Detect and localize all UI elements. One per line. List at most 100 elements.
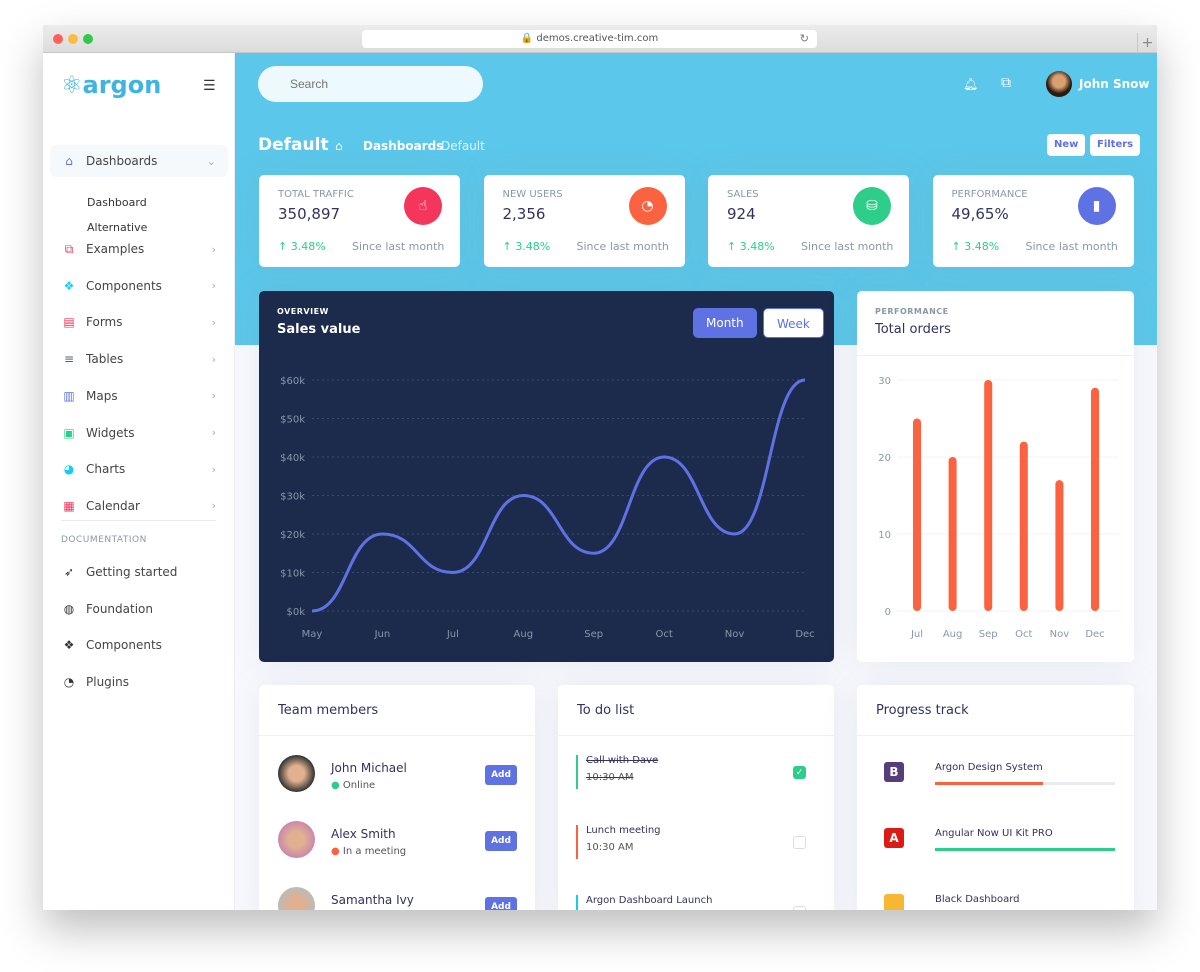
team-card: Team members John Michael ● Online Add A… [259, 685, 535, 910]
x-tick-label: Dec [795, 629, 814, 640]
x-tick-label: Sep [979, 629, 998, 640]
sidebar-item-charts[interactable]: ◕ Charts › [50, 453, 228, 485]
close-window-button[interactable] [53, 34, 63, 44]
sketch-icon [884, 894, 904, 910]
x-tick-label: Jul [910, 629, 923, 640]
minimize-window-button[interactable] [68, 34, 78, 44]
stat-icon: ▮ [1077, 187, 1116, 225]
doc-item[interactable]: ❖ Components [50, 629, 228, 661]
bar [1091, 387, 1099, 611]
chevron-down-icon: ⌄ [206, 154, 216, 168]
ui-icon: ❖ [63, 278, 75, 293]
grid-icon[interactable]: ⧉ [1001, 75, 1011, 91]
x-tick-label: Sep [584, 629, 603, 640]
filters-button[interactable]: Filters [1090, 134, 1141, 156]
stat-value: 2,356 [502, 205, 546, 223]
breadcrumb-dashboards[interactable]: Dashboards [363, 139, 443, 153]
doc-item-label: Plugins [86, 675, 129, 690]
bootstrap-icon: B [884, 762, 904, 782]
y-tick-label: 30 [878, 376, 891, 387]
ui-icon: ❖ [63, 638, 75, 653]
stat-change-value: 3.48% [290, 240, 326, 253]
chevron-right-icon: › [211, 462, 216, 476]
align-left-icon: ≡ [63, 352, 75, 367]
status-dot-icon: ● [331, 846, 340, 857]
sidebar-toggle-icon[interactable]: ☰ [203, 78, 216, 94]
y-tick-label: $20k [280, 530, 305, 541]
y-tick-label: $50k [280, 415, 305, 426]
todo-checkbox[interactable]: ✓ [793, 766, 806, 779]
add-member-button[interactable]: Add [485, 831, 517, 851]
progress-bar [935, 848, 1115, 851]
member-status: ● In a meeting [331, 846, 406, 857]
status-dot-icon: ● [331, 780, 340, 791]
logo-text: argon [82, 71, 162, 99]
new-button[interactable]: New [1047, 134, 1086, 156]
avatar[interactable] [278, 887, 315, 910]
progress-fill [935, 782, 1043, 785]
add-member-button[interactable]: Add [485, 897, 517, 910]
logo[interactable]: ⚛argon [61, 71, 161, 99]
search-input[interactable] [258, 66, 483, 102]
sidebar-subitem-dashboard[interactable]: Dashboard [87, 196, 147, 209]
palette-icon: ◍ [63, 601, 75, 616]
sidebar-item-calendar[interactable]: ▦ Calendar › [50, 490, 228, 522]
sales-line-chart: $0k $10k $20k $30k $40k $50k $60k May Jun Jul Aug S… [280, 376, 815, 640]
card-title: Team members [278, 703, 379, 718]
sidebar-item-label: Components [86, 278, 162, 293]
sidebar-item-forms[interactable]: ▤ Forms › [50, 306, 228, 338]
y-tick-label: $10k [280, 569, 305, 580]
todo-checkbox[interactable] [793, 906, 806, 910]
spaceship-icon: ➶ [63, 565, 75, 579]
sidebar-item-label: Tables [86, 352, 124, 367]
project-name[interactable]: Black Dashboard [935, 894, 1115, 905]
member-name[interactable]: Samantha Ivy [331, 893, 414, 907]
sidebar-item-maps[interactable]: ▥ Maps › [50, 380, 228, 412]
x-tick-label: Oct [1015, 629, 1032, 640]
todo-title: Lunch meeting [586, 825, 661, 836]
x-tick-label: Nov [1050, 629, 1070, 640]
new-tab-button[interactable]: + [1137, 33, 1157, 53]
user-name[interactable]: John Snow [1079, 77, 1150, 91]
bar [913, 418, 921, 611]
map-icon: ▥ [63, 388, 75, 403]
avatar[interactable] [1046, 71, 1072, 97]
x-tick-label: Oct [655, 629, 672, 640]
sidebar-item-label: Examples [86, 242, 145, 256]
home-icon[interactable]: ⌂ [335, 139, 343, 153]
todo-checkbox[interactable] [793, 836, 806, 849]
sidebar-item-components[interactable]: ❖ Components › [50, 270, 228, 302]
single-copy-icon: ▤ [63, 315, 75, 330]
documentation-heading: DOCUMENTATION [61, 535, 147, 545]
doc-item[interactable]: ◍ Foundation [50, 593, 228, 625]
doc-item-label: Foundation [86, 601, 153, 616]
reload-icon[interactable]: ↻ [800, 30, 809, 48]
doc-item-label: Components [86, 638, 162, 653]
todo-item: Call with Dave 10:30 AM [576, 755, 658, 789]
member-name[interactable]: John Michael [331, 761, 407, 775]
avatar[interactable] [278, 821, 315, 858]
doc-item[interactable]: ◔ Plugins [50, 666, 228, 698]
bell-icon[interactable]: 🔔︎ [963, 77, 978, 91]
todo-card: To do list Call with Dave 10:30 AM ✓ Lunch… [558, 685, 834, 910]
maximize-window-button[interactable] [83, 34, 93, 44]
project-name[interactable]: Angular Now UI Kit PRO [935, 828, 1115, 839]
sidebar-item-widgets[interactable]: ▣ Widgets › [50, 417, 228, 449]
doc-item[interactable]: ➶ Getting started [50, 556, 228, 588]
project-name[interactable]: Argon Design System [935, 762, 1115, 773]
avatar[interactable] [278, 755, 315, 792]
sidebar-item-dashboards[interactable]: ⌂ Dashboards ⌄ [50, 145, 228, 177]
address-bar[interactable]: 🔒 demos.creative-tim.com ↻ [362, 30, 817, 48]
sidebar-item-examples[interactable]: ⧉ Examples › [50, 233, 228, 265]
add-member-button[interactable]: Add [485, 765, 517, 785]
sidebar-item-tables[interactable]: ≡ Tables › [50, 343, 228, 375]
ungroup-icon: ⧉ [64, 241, 74, 256]
sidebar-item-label: Maps [86, 388, 118, 403]
browser-chrome: 🔒 demos.creative-tim.com ↻ + [43, 25, 1157, 53]
divider [857, 735, 1134, 736]
stat-value: 350,897 [278, 205, 341, 223]
member-name[interactable]: Alex Smith [331, 827, 396, 841]
stat-label: TOTAL TRAFFIC [278, 189, 354, 200]
shop-icon: ⌂ [65, 154, 73, 168]
x-tick-label: Aug [943, 629, 963, 640]
